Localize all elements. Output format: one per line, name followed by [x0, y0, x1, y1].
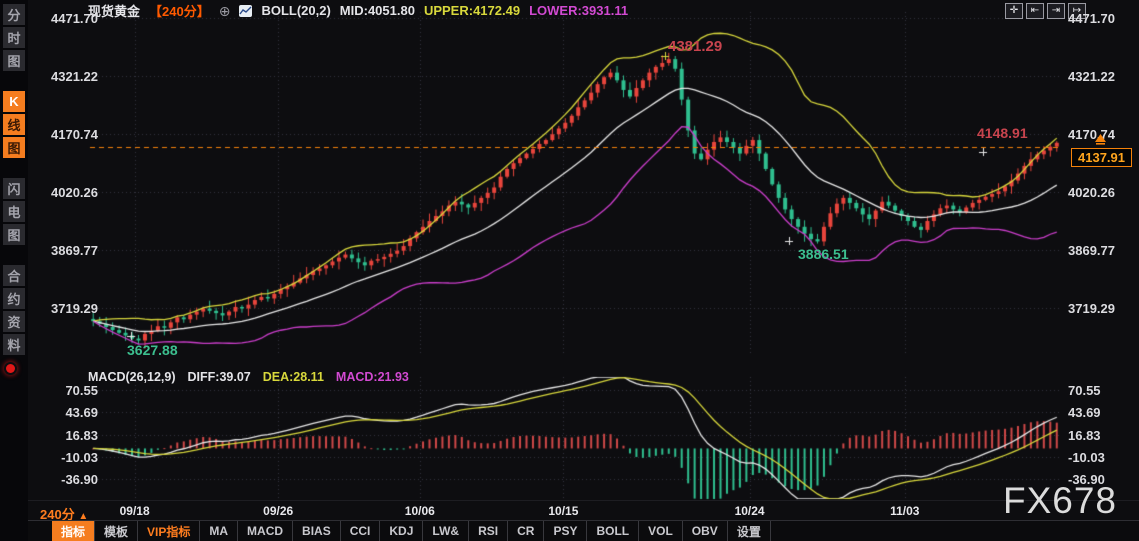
macd-tick-left: 70.55: [30, 383, 98, 398]
macd-tick-left: -10.03: [30, 450, 98, 465]
toolbar-button-cr[interactable]: CR: [508, 521, 544, 541]
macd-macd-value: MACD:21.93: [336, 370, 409, 384]
macd-tick-right: 70.55: [1068, 383, 1101, 398]
toolbar-button-kdj[interactable]: KDJ: [380, 521, 423, 541]
compress-right-icon[interactable]: ⇥: [1047, 3, 1065, 19]
y-tick-left: 4020.26: [30, 185, 98, 200]
date-label: 09/18: [120, 504, 150, 518]
toolbar-button-bias[interactable]: BIAS: [293, 521, 341, 541]
toolbar-button-vol[interactable]: VOL: [639, 521, 683, 541]
tab-char: 合: [3, 265, 25, 286]
toolbar-button-settings[interactable]: 设置: [728, 521, 771, 541]
date-label: 10/24: [735, 504, 765, 518]
macd-header: MACD(26,12,9) DIFF:39.07 DEA:28.11 MACD:…: [88, 370, 409, 384]
tab-char: 资: [3, 311, 25, 332]
tab-char: 时: [3, 27, 25, 48]
sidebar-tab-time-chart[interactable]: 分时图: [3, 4, 25, 71]
macd-params: MACD(26,12,9): [88, 370, 176, 384]
date-label: 10/06: [405, 504, 435, 518]
chart-thumbnail-icon: [239, 5, 252, 17]
macd-dea-value: DEA:28.11: [263, 370, 324, 384]
tab-char: 电: [3, 201, 25, 222]
tab-char: 约: [3, 288, 25, 309]
date-label: 09/26: [263, 504, 293, 518]
period-label: 【240分】: [149, 1, 210, 20]
y-tick-right: 4471.70: [1068, 11, 1115, 26]
annotation-swing-low: 3886.51: [798, 246, 849, 262]
macd-tick-left: 16.83: [30, 428, 98, 443]
toolbar-button-lw[interactable]: LW&: [423, 521, 469, 541]
tab-char: 线: [3, 114, 25, 135]
tab-char: 图: [3, 224, 25, 245]
annotation-recent-high: 4148.91: [977, 125, 1028, 141]
sidebar-tab-contract-info[interactable]: 合约资料: [3, 265, 25, 355]
tab-char: K: [3, 91, 25, 112]
toolbar-button-rsi[interactable]: RSI: [469, 521, 508, 541]
sidebar-tab-lightning-chart[interactable]: 闪电图: [3, 178, 25, 245]
live-alert-dot-icon: [6, 364, 15, 373]
y-tick-left: 4471.70: [30, 11, 98, 26]
tab-char: 料: [3, 334, 25, 355]
annotation-left-low: 3627.88: [127, 342, 178, 358]
y-tick-right: 4170.74: [1068, 127, 1115, 142]
pan-crosshair-icon[interactable]: ✛: [1005, 3, 1023, 19]
toolbar-button-ma[interactable]: MA: [200, 521, 238, 541]
y-tick-left: 4170.74: [30, 127, 98, 142]
toolbar-button-template[interactable]: 模板: [95, 521, 138, 541]
macd-diff-value: DIFF:39.07: [188, 370, 251, 384]
boll-lower-value: LOWER:3931.11: [529, 3, 628, 18]
chart-header: 现货黄金 【240分】 ⊕ BOLL(20,2) MID:4051.80 UPP…: [88, 1, 628, 20]
macd-tick-left: 43.69: [30, 405, 98, 420]
toolbar-button-vip-indicator[interactable]: VIP指标: [138, 521, 200, 541]
toolbar-button-obv[interactable]: OBV: [683, 521, 728, 541]
macd-tick-right: 43.69: [1068, 405, 1101, 420]
boll-mid-value: MID:4051.80: [340, 3, 415, 18]
toolbar-button-indicator[interactable]: 指标: [52, 521, 95, 541]
x-axis: 240分 ▲ 09/18 09/26 10/06 10/15 10/24 11/…: [28, 500, 1139, 521]
toolbar-button-boll[interactable]: BOLL: [587, 521, 639, 541]
watermark: FX678: [1003, 480, 1117, 522]
indicator-toolbar: 指标 模板 VIP指标 MA MACD BIAS CCI KDJ LW& RSI…: [28, 520, 1139, 541]
macd-tick-right: -10.03: [1068, 450, 1105, 465]
boll-upper-value: UPPER:4172.49: [424, 3, 520, 18]
price-alert-icon[interactable]: [1094, 134, 1107, 145]
y-tick-right: 3869.77: [1068, 243, 1115, 258]
tab-char: 闪: [3, 178, 25, 199]
annotation-peak-price: 4381.29: [668, 38, 722, 55]
macd-tick-right: 16.83: [1068, 428, 1101, 443]
current-price-tag: 4137.91: [1071, 148, 1132, 167]
toolbar-button-macd[interactable]: MACD: [238, 521, 293, 541]
y-tick-left: 3869.77: [30, 243, 98, 258]
macd-tick-left: -36.90: [30, 472, 98, 487]
y-tick-right: 4321.22: [1068, 69, 1115, 84]
y-tick-left: 3719.29: [30, 301, 98, 316]
y-tick-left: 4321.22: [30, 69, 98, 84]
boll-params: BOLL(20,2): [261, 3, 330, 18]
add-indicator-icon[interactable]: ⊕: [219, 4, 231, 18]
toolbar-button-cci[interactable]: CCI: [341, 521, 381, 541]
chart-canvas[interactable]: [0, 0, 1139, 541]
tab-char: 图: [3, 137, 25, 158]
tab-char: 分: [3, 4, 25, 25]
sidebar: 分时图 K线图 闪电图 合约资料: [0, 0, 28, 541]
date-label: 10/15: [548, 504, 578, 518]
sidebar-tab-kline-chart[interactable]: K线图: [3, 91, 25, 158]
compress-left-icon[interactable]: ⇤: [1026, 3, 1044, 19]
tab-char: 图: [3, 50, 25, 71]
y-tick-right: 4020.26: [1068, 185, 1115, 200]
y-tick-right: 3719.29: [1068, 301, 1115, 316]
toolbar-button-psy[interactable]: PSY: [544, 521, 587, 541]
date-label: 11/03: [890, 504, 919, 518]
